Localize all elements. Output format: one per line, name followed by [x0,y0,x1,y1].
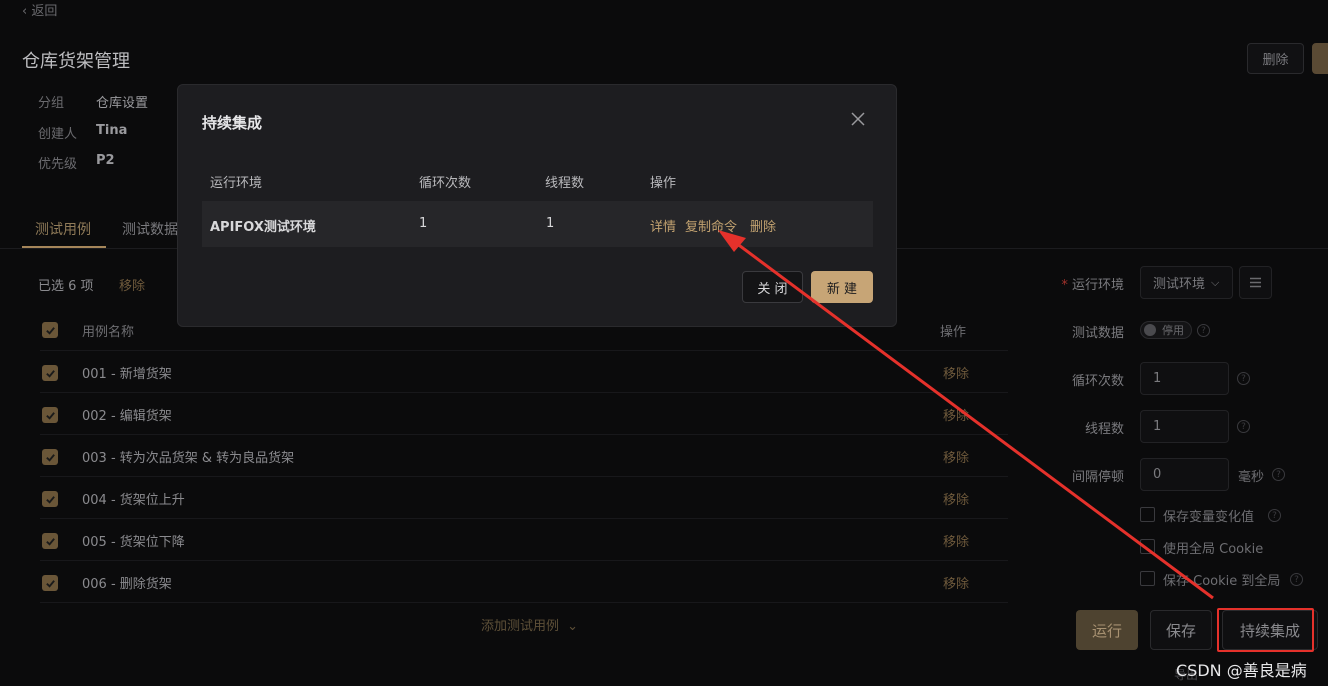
watermark: CSDN @善良是病 [1176,661,1307,680]
annotation-highlight-box [1217,608,1314,652]
annotation-arrow [718,230,1214,600]
page: ‹ 返回 仓库货架管理 删除 分组 仓库设置 创建人 Tina 优先级 P2 测… [0,0,1328,686]
